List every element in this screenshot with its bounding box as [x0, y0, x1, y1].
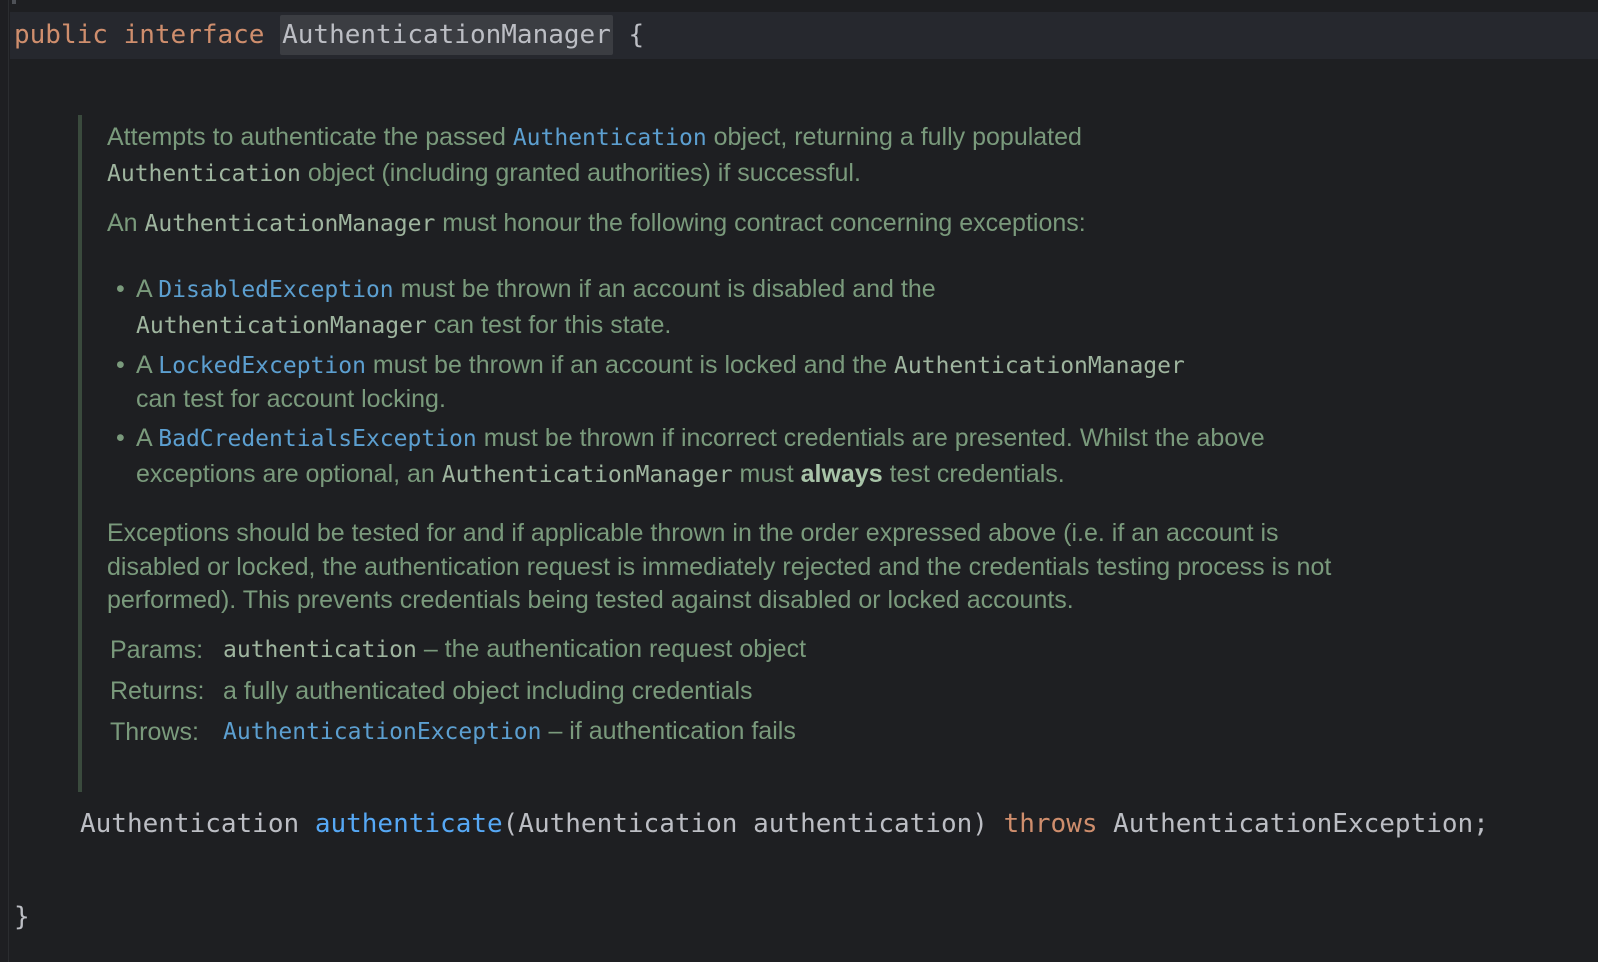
close-brace: } — [14, 902, 30, 932]
bullet-icon: • — [116, 424, 125, 452]
bullet-text: must — [732, 460, 801, 488]
method-params: (Authentication authentication) — [502, 809, 988, 839]
authentication-exception-link[interactable]: AuthenticationException — [223, 719, 542, 745]
list-item: • A LockedException must be thrown if an… — [107, 349, 1337, 416]
rendered-javadoc[interactable]: Attempts to authenticate the passed Auth… — [107, 120, 1337, 753]
disabled-exception-link[interactable]: DisabledException — [158, 277, 393, 303]
javadoc-contract-intro: An AuthenticationManager must honour the… — [107, 206, 1337, 242]
method-signature-line[interactable]: Authentication authenticate(Authenticati… — [80, 807, 1489, 841]
returns-desc: a fully authenticated object including c… — [223, 676, 753, 705]
javadoc-summary: Attempts to authenticate the passed Auth… — [107, 120, 1337, 192]
closing-brace-line[interactable]: } — [14, 900, 30, 934]
param-desc: – the authentication request object — [416, 635, 807, 663]
returns-tag: Returns: a fully authenticated object in… — [107, 671, 1337, 712]
code-editor[interactable]: public interface AuthenticationManager {… — [0, 0, 1598, 962]
open-brace: { — [628, 20, 645, 50]
bold-always: always — [800, 460, 883, 488]
list-item: • A DisabledException must be thrown if … — [107, 272, 1337, 344]
method-name[interactable]: authenticate — [315, 809, 503, 839]
bullet-text: must be thrown if an account is locked a… — [365, 351, 895, 379]
params-tag: Params: authentication – the authenticat… — [107, 630, 1337, 671]
interface-declaration-line[interactable]: public interface AuthenticationManager { — [14, 15, 645, 55]
keyword-throws: throws — [1003, 809, 1098, 839]
bullet-icon: • — [116, 275, 125, 303]
authentication-manager-code: AuthenticationManager — [894, 353, 1185, 379]
keyword-public: public — [14, 20, 108, 50]
authentication-manager-code: AuthenticationManager — [144, 211, 436, 237]
return-type: Authentication — [80, 809, 300, 839]
param-name: authentication — [223, 637, 417, 663]
bad-credentials-exception-link[interactable]: BadCredentialsException — [158, 426, 477, 452]
thrown-exception: AuthenticationException; — [1113, 809, 1489, 839]
summary-text-3: object (including granted authorities) i… — [300, 159, 861, 187]
bullet-text: A — [136, 351, 159, 379]
bullet-icon: • — [116, 351, 125, 379]
summary-text-2: object, returning a fully populated — [706, 123, 1082, 151]
authentication-manager-code: AuthenticationManager — [441, 462, 733, 488]
bullet-text: must be thrown if an account is disabled… — [393, 275, 936, 303]
params-label: Params: — [110, 635, 204, 664]
bullet-text: A — [136, 275, 159, 303]
locked-exception-link[interactable]: LockedException — [158, 353, 366, 379]
keyword-interface: interface — [123, 20, 265, 50]
intro-text-2: must honour the following contract conce… — [435, 209, 1086, 237]
params-value: authentication – the authentication requ… — [223, 632, 806, 668]
javadoc-bar — [78, 115, 82, 792]
authentication-manager-code: AuthenticationManager — [136, 313, 427, 339]
intro-text-1: An — [107, 209, 145, 237]
exception-list: • A DisabledException must be thrown if … — [107, 272, 1337, 493]
throws-label: Throws: — [110, 717, 199, 746]
throws-tag: Throws: AuthenticationException – if aut… — [107, 712, 1337, 753]
returns-label: Returns: — [110, 676, 205, 705]
interface-name[interactable]: AuthenticationManager — [280, 15, 613, 55]
authentication-code: Authentication — [107, 161, 301, 187]
bullet-text: can test for account locking. — [136, 385, 446, 413]
fold-marker — [12, 0, 16, 4]
bullet-text: test credentials. — [882, 460, 1065, 488]
javadoc-ordering-paragraph: Exceptions should be tested for and if a… — [107, 519, 1332, 614]
gutter-divider — [8, 0, 9, 962]
throws-value: AuthenticationException – if authenticat… — [223, 714, 796, 750]
throws-desc: – if authentication fails — [541, 717, 796, 745]
authentication-link[interactable]: Authentication — [513, 125, 707, 151]
summary-text-1: Attempts to authenticate the passed — [107, 123, 513, 151]
list-item: • A BadCredentialsException must be thro… — [107, 421, 1337, 493]
bullet-text: can test for this state. — [426, 311, 672, 339]
bullet-text: A — [136, 424, 159, 452]
javadoc-tags: Params: authentication – the authenticat… — [107, 630, 1337, 753]
